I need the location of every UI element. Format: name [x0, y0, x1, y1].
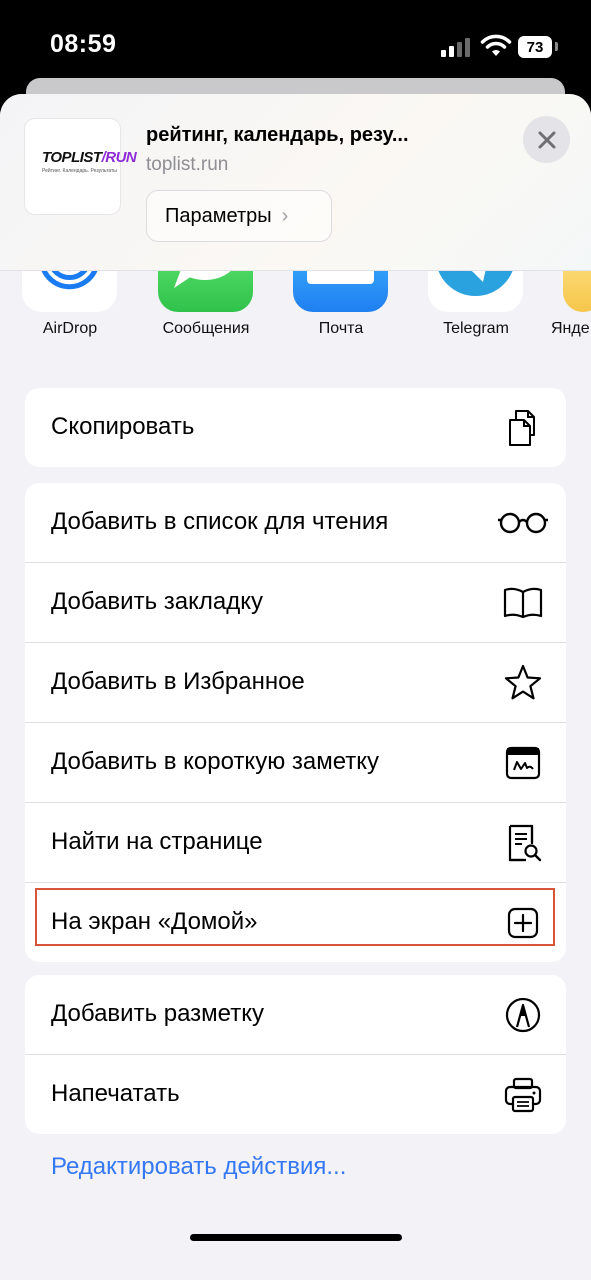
star-icon — [504, 664, 542, 700]
cellular-signal-icon — [441, 38, 470, 57]
action-print[interactable]: Напечатать — [25, 1055, 566, 1134]
action-label: Добавить разметку — [51, 1000, 264, 1027]
action-label: Добавить в список для чтения — [51, 508, 389, 535]
action-markup[interactable]: Добавить разметку — [25, 975, 566, 1055]
action-favorites[interactable]: Добавить в Избранное — [25, 643, 566, 723]
share-app-label: Telegram — [443, 320, 509, 337]
action-label: Напечатать — [51, 1080, 180, 1107]
site-thumbnail: TOPLIST/RUN Рейтинг. Календарь. Результа… — [25, 119, 137, 214]
action-group-copy: Скопировать — [25, 388, 566, 467]
site-logo: TOPLIST/RUN — [42, 149, 137, 166]
status-time: 08:59 — [50, 30, 117, 58]
action-label: Добавить в Избранное — [51, 668, 305, 695]
action-label: Скопировать — [51, 413, 195, 440]
share-app-label: Сообщения — [162, 320, 250, 337]
action-label: Добавить закладку — [51, 588, 263, 615]
page-title: рейтинг, календарь, резу... — [146, 124, 409, 146]
wifi-icon — [480, 34, 512, 56]
chevron-right-icon: › — [281, 204, 289, 227]
share-app-label: Почта — [318, 320, 364, 337]
options-button[interactable]: Параметры › — [146, 190, 332, 242]
battery-indicator: 73 — [518, 36, 552, 58]
share-sheet: TOPLIST/RUN Рейтинг. Календарь. Результа… — [0, 94, 591, 1280]
action-find-on-page[interactable]: Найти на странице — [25, 803, 566, 883]
book-icon — [503, 587, 543, 619]
glasses-icon — [498, 512, 548, 534]
close-icon — [538, 131, 555, 148]
share-header: TOPLIST/RUN Рейтинг. Календарь. Результа… — [0, 94, 591, 271]
close-button[interactable] — [523, 116, 570, 163]
share-app-label: AirDrop — [42, 320, 98, 337]
home-indicator — [190, 1234, 402, 1241]
action-quick-note[interactable]: Добавить в короткую заметку — [25, 723, 566, 803]
quick-note-icon — [505, 746, 541, 780]
page-url: toplist.run — [146, 154, 229, 175]
highlight-box — [35, 888, 555, 946]
site-logo-tagline: Рейтинг. Календарь. Результаты — [42, 168, 117, 174]
markup-icon — [505, 997, 541, 1033]
battery-tip — [555, 42, 558, 51]
copy-icon — [509, 410, 535, 446]
printer-icon — [504, 1077, 542, 1113]
action-reading-list[interactable]: Добавить в список для чтения — [25, 483, 566, 563]
share-app-label: Янде — [551, 320, 590, 337]
edit-actions-link[interactable]: Редактировать действия... — [51, 1153, 346, 1181]
action-bookmark[interactable]: Добавить закладку — [25, 563, 566, 643]
status-bar: 08:59 73 — [0, 0, 591, 80]
action-group-extra: Добавить разметку Напечатать — [25, 975, 566, 1134]
action-copy[interactable]: Скопировать — [25, 388, 566, 467]
action-label: Добавить в короткую заметку — [51, 748, 380, 775]
find-on-page-icon — [508, 824, 542, 862]
options-button-label: Параметры — [165, 204, 272, 227]
action-label: Найти на странице — [51, 828, 263, 855]
